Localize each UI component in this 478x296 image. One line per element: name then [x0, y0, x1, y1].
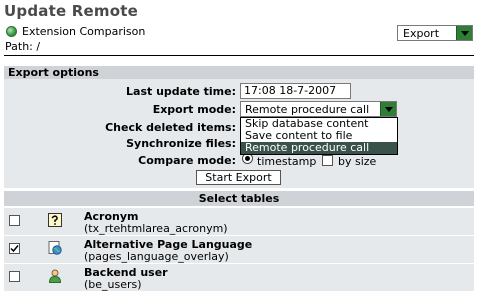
export-mode-label: Export mode:	[152, 103, 236, 116]
row-checkbox[interactable]	[9, 271, 20, 282]
export-select[interactable]: Export	[397, 25, 473, 41]
globe-icon	[6, 26, 17, 37]
page-language-icon	[48, 241, 62, 255]
select-tables-header: Select tables	[4, 191, 474, 206]
start-export-button[interactable]: Start Export	[196, 170, 281, 185]
page-title: Update Remote	[4, 2, 138, 20]
dropdown-option-selected[interactable]: Remote procedure call	[241, 142, 397, 154]
table-id: (pages_language_overlay)	[84, 250, 229, 263]
check-icon	[10, 245, 19, 253]
export-mode-dropdown: Skip database content Save content to fi…	[240, 117, 398, 155]
user-icon	[48, 269, 62, 283]
export-options-header: Export options	[4, 66, 474, 79]
last-update-label: Last update time:	[126, 85, 236, 98]
timestamp-label: timestamp	[257, 155, 317, 168]
table-row: Backend user (be_users)	[4, 264, 474, 291]
last-update-input[interactable]: 17:08 18-7-2007	[240, 83, 351, 99]
extension-row: Extension Comparison	[6, 25, 145, 38]
check-deleted-label: Check deleted items:	[105, 121, 236, 134]
export-mode-select[interactable]: Remote procedure call	[240, 101, 397, 117]
extension-label: Extension Comparison	[22, 25, 146, 38]
table-row: Acronym (tx_rtehtmlarea_acronym)	[4, 208, 474, 235]
export-mode-value: Remote procedure call	[245, 102, 370, 116]
row-checkbox-checked[interactable]	[9, 243, 20, 254]
by-size-label: by size	[338, 155, 377, 168]
acronym-icon	[48, 213, 62, 227]
path-label: Path: /	[5, 40, 41, 53]
chevron-down-icon[interactable]	[456, 26, 472, 40]
divider	[4, 55, 474, 56]
row-checkbox[interactable]	[9, 215, 20, 226]
compare-mode-label: Compare mode:	[138, 154, 236, 167]
by-size-checkbox[interactable]	[322, 155, 333, 166]
sync-files-label: Synchronize files:	[126, 137, 236, 150]
table-row: Alternative Page Language (pages_languag…	[4, 236, 474, 263]
table-id: (be_users)	[84, 278, 142, 291]
export-select-value: Export	[403, 26, 440, 40]
table-id: (tx_rtehtmlarea_acronym)	[84, 222, 228, 235]
chevron-down-icon[interactable]	[380, 102, 396, 116]
